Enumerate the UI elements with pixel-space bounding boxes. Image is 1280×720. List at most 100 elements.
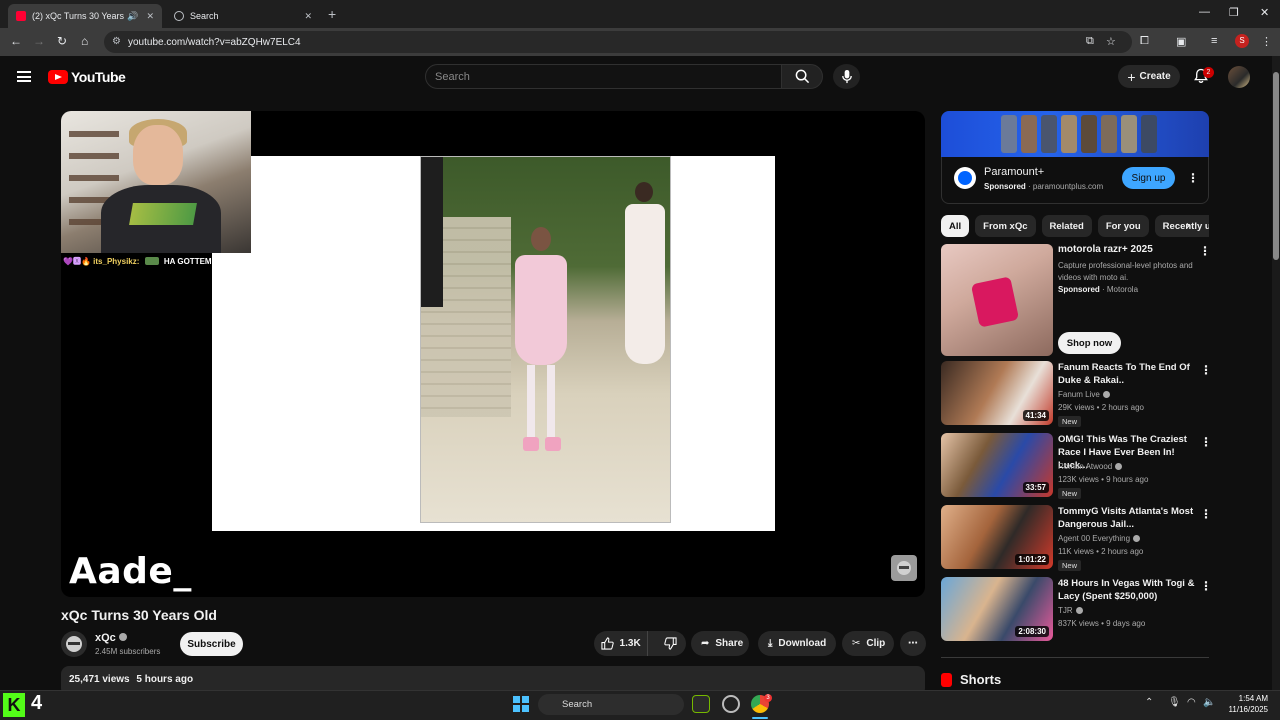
subscribe-button[interactable]: Subscribe xyxy=(180,632,243,656)
bookmark-star-icon[interactable]: ☆ xyxy=(1106,35,1116,48)
more-horizontal-icon: ⋯ xyxy=(908,638,918,649)
youtube-favicon-icon xyxy=(16,11,26,21)
microphone-icon xyxy=(841,69,852,84)
address-bar[interactable]: ⚙ youtube.com/watch?v=abZQHw7ELC4 xyxy=(104,31,1132,53)
ad-more-icon[interactable]: ⋮ xyxy=(1187,171,1199,185)
create-button[interactable]: + Create xyxy=(1118,65,1180,88)
browser-tab-strip: (2) xQc Turns 30 Years Old 🔊 ✕ Search ✕ … xyxy=(0,0,1280,28)
close-tab-icon[interactable]: ✕ xyxy=(146,11,154,22)
more-icon[interactable]: ⋮ xyxy=(1200,579,1212,593)
account-avatar[interactable] xyxy=(1228,66,1250,88)
search-button[interactable] xyxy=(781,64,823,89)
dislike-button[interactable] xyxy=(654,631,686,656)
view-count: 25,471 views xyxy=(69,674,130,685)
create-label: Create xyxy=(1139,71,1171,82)
voice-search-button[interactable] xyxy=(833,64,860,89)
video-title: TommyG Visits Atlanta's Most Dangerous J… xyxy=(1058,506,1194,530)
channel-watermark-icon[interactable] xyxy=(891,555,917,581)
browser-menu-icon[interactable]: ⋮ xyxy=(1261,35,1272,48)
upload-age: 5 hours ago xyxy=(136,674,194,685)
channel-avatar[interactable] xyxy=(61,631,87,657)
chip-for-you[interactable]: For you xyxy=(1097,215,1149,237)
sign-up-button[interactable]: Sign up xyxy=(1122,167,1175,189)
new-badge: New xyxy=(1058,416,1082,427)
scrollbar-thumb[interactable] xyxy=(1273,72,1279,260)
speaker-icon[interactable]: 🔊 xyxy=(127,11,138,22)
like-button[interactable]: 1.3K xyxy=(594,631,649,656)
ad-more-icon[interactable]: ⋮ xyxy=(1199,244,1211,258)
channel-name-link[interactable]: xQc xyxy=(95,632,127,644)
kick-count: 4 xyxy=(31,692,43,714)
paramount-ad-banner[interactable] xyxy=(941,111,1209,157)
logo-text: YouTube xyxy=(71,69,126,85)
download-button[interactable]: ⤓ Download xyxy=(758,631,836,656)
menu-icon[interactable] xyxy=(17,71,31,82)
recommended-video[interactable]: 41:34 Fanum Reacts To The End Of Duke & … xyxy=(941,361,1212,427)
media-controls-icon[interactable]: ≡ xyxy=(1211,35,1217,47)
microphone-tray-icon[interactable]: 🎙 xyxy=(1168,697,1181,708)
verified-icon xyxy=(1075,607,1083,614)
kick-logo-icon: K xyxy=(3,693,25,717)
tab-search[interactable]: Search ✕ xyxy=(166,4,320,28)
new-tab-button[interactable]: + xyxy=(328,6,336,22)
search-input[interactable]: Search xyxy=(425,64,782,89)
section-divider xyxy=(941,657,1209,658)
restore-icon[interactable]: ❐ xyxy=(1229,6,1239,19)
thumbs-down-icon xyxy=(663,637,677,650)
shorts-label: Shorts xyxy=(960,672,1002,687)
volume-icon[interactable]: 🔈 xyxy=(1203,697,1215,708)
tray-expand-icon[interactable]: ⌃ xyxy=(1145,697,1153,708)
reload-icon[interactable]: ↻ xyxy=(57,34,67,48)
more-icon[interactable]: ⋮ xyxy=(1200,363,1212,377)
system-clock[interactable]: 1:54 AM 11/16/2025 xyxy=(1224,693,1268,715)
shop-now-button[interactable]: Shop now xyxy=(1058,332,1121,354)
extensions-icon[interactable]: ⧠ xyxy=(1140,35,1149,48)
paramount-ad-card[interactable]: Paramount+ Sponsored · paramountplus.com… xyxy=(941,157,1209,204)
windows-start-icon[interactable] xyxy=(513,696,529,712)
chip-all[interactable]: All xyxy=(941,215,970,237)
minimize-icon[interactable]: — xyxy=(1199,6,1210,18)
verified-icon xyxy=(1102,391,1110,398)
obs-app-icon[interactable] xyxy=(722,695,740,713)
back-icon[interactable]: ← xyxy=(10,34,22,48)
ad-domain: paramountplus.com xyxy=(1032,182,1104,191)
more-icon[interactable]: ⋮ xyxy=(1200,435,1212,449)
tab-youtube[interactable]: (2) xQc Turns 30 Years Old 🔊 ✕ xyxy=(8,4,162,28)
youtube-logo[interactable]: YouTube xyxy=(48,69,126,85)
video-frame-content xyxy=(212,156,775,531)
new-badge: New xyxy=(1058,488,1082,499)
nvidia-app-icon[interactable] xyxy=(692,695,710,713)
install-app-icon[interactable]: ⧉ xyxy=(1086,35,1094,48)
wifi-icon[interactable]: ◠ xyxy=(1187,697,1196,708)
recommended-video[interactable]: 1:01:22 TommyG Visits Atlanta's Most Dan… xyxy=(941,505,1212,571)
chip-recently-uploaded[interactable]: Recently uploaded xyxy=(1154,215,1209,237)
pink-dress-figure xyxy=(511,227,571,457)
share-button[interactable]: ➦ Share xyxy=(691,631,749,656)
recommended-video[interactable]: 2:08:30 48 Hours In Vegas With Togi & La… xyxy=(941,577,1212,641)
chevron-right-icon[interactable]: › xyxy=(1186,218,1190,232)
close-window-icon[interactable]: ✕ xyxy=(1260,6,1269,19)
clip-button[interactable]: ✂ Clip xyxy=(842,631,894,656)
tab-title: (2) xQc Turns 30 Years Old xyxy=(32,11,127,21)
video-player[interactable]: 💜🆇🔥 its_Physikz: HA GOTTEM Aade_ xyxy=(61,111,925,597)
channel-name: Roman Atwood xyxy=(1058,462,1123,471)
channel-name: Agent 00 Everything xyxy=(1058,534,1141,543)
chip-related[interactable]: Related xyxy=(1041,215,1092,237)
shorts-section-header[interactable]: Shorts xyxy=(941,672,1001,687)
close-tab-icon[interactable]: ✕ xyxy=(304,11,312,22)
more-actions-button[interactable]: ⋯ xyxy=(900,631,926,656)
video-title: xQc Turns 30 Years Old xyxy=(61,607,217,623)
youtube-play-icon xyxy=(48,70,68,84)
download-icon: ⤓ xyxy=(768,638,773,649)
recommended-video[interactable]: 33:57 OMG! This Was The Craziest Race I … xyxy=(941,433,1212,499)
duration-badge: 33:57 xyxy=(1022,482,1049,493)
home-icon[interactable]: ⌂ xyxy=(81,34,88,48)
sponsored-label: Sponsored xyxy=(984,182,1026,191)
sidepanel-icon[interactable]: ▣ xyxy=(1176,35,1186,48)
chip-from-channel[interactable]: From xQc xyxy=(975,215,1036,237)
taskbar-search-box[interactable]: Search xyxy=(538,694,684,715)
more-icon[interactable]: ⋮ xyxy=(1200,507,1212,521)
site-info-icon[interactable]: ⚙ xyxy=(112,36,121,47)
forward-icon[interactable]: → xyxy=(33,34,45,48)
profile-avatar[interactable]: S xyxy=(1235,34,1249,48)
